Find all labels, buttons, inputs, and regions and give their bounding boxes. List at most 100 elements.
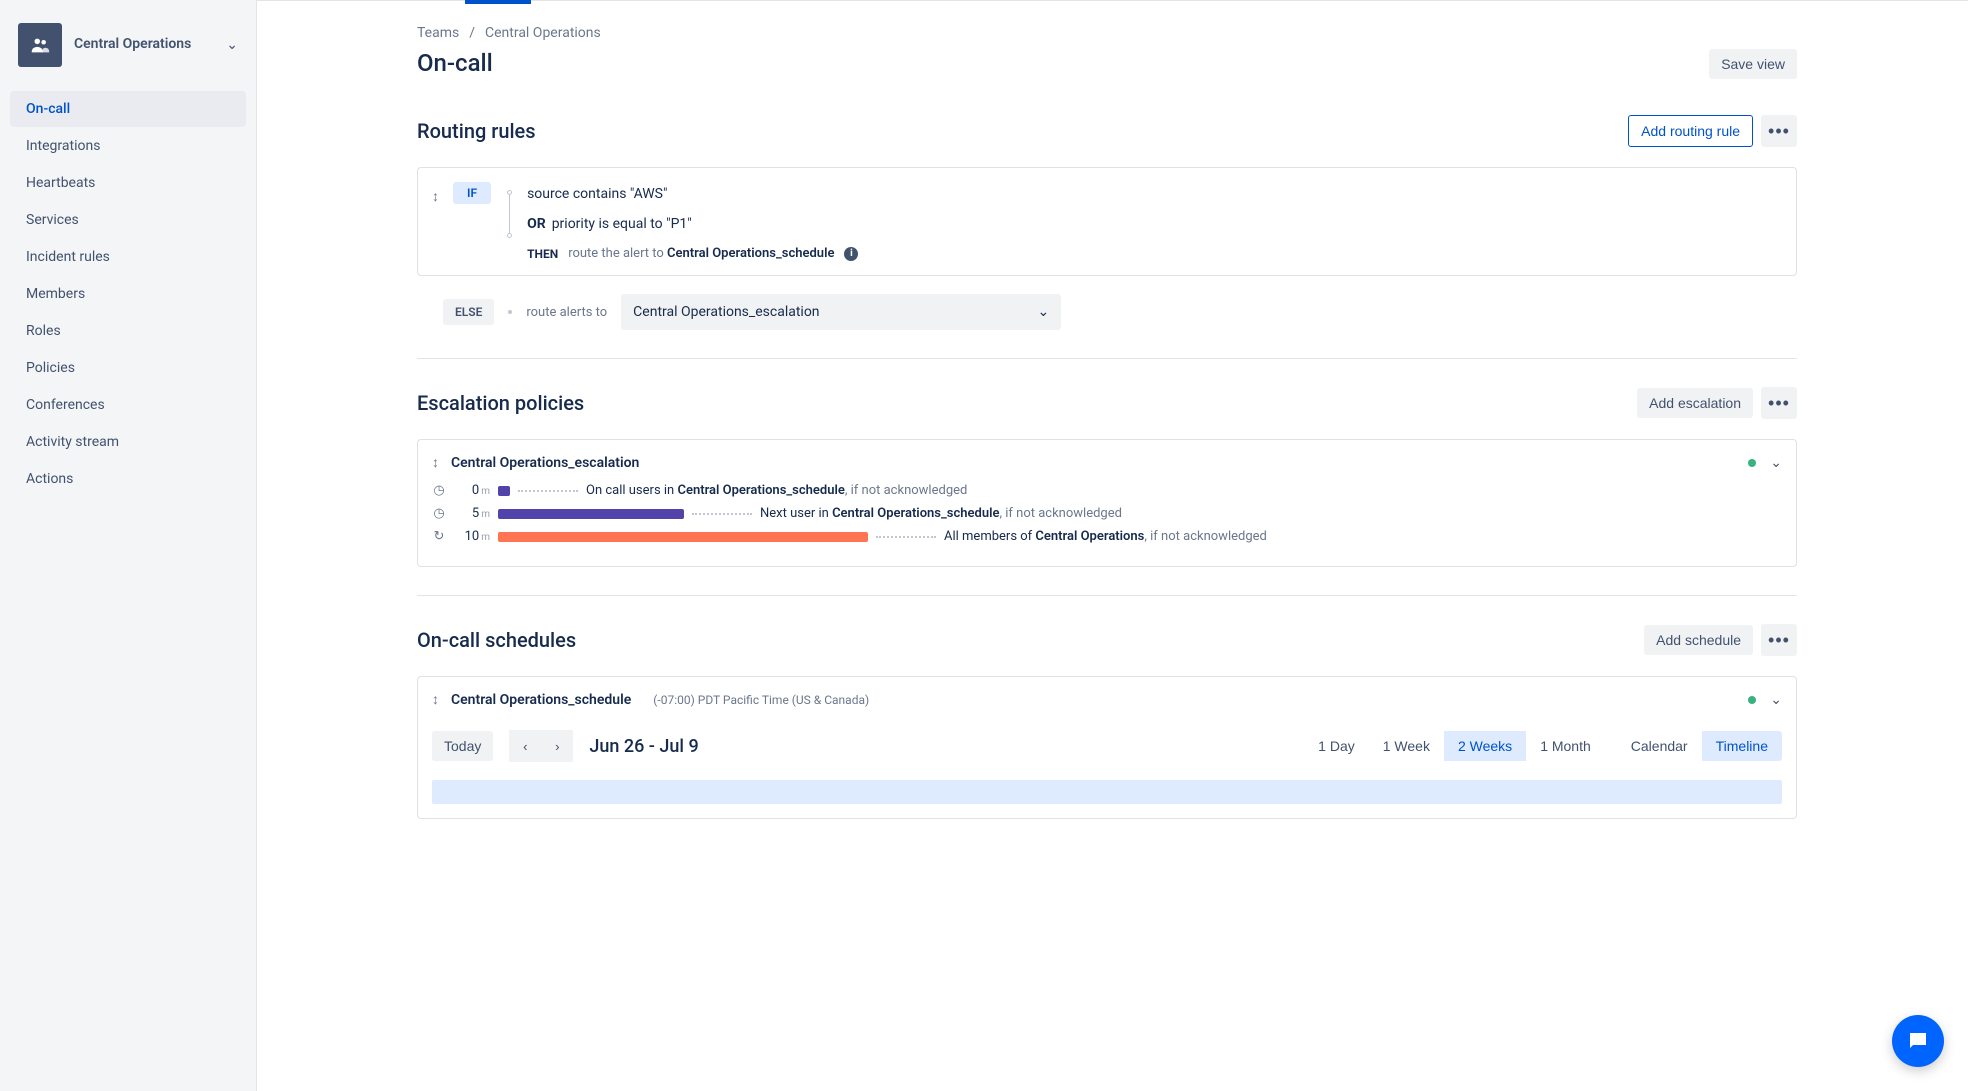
breadcrumb-root[interactable]: Teams — [417, 25, 459, 41]
team-name: Central Operations — [74, 36, 214, 54]
schedule-timezone: (-07:00) PDT Pacific Time (US & Canada) — [653, 693, 869, 707]
clock-icon: ◷ — [432, 506, 446, 521]
step-time: 10m — [454, 529, 490, 544]
sidebar-item-members[interactable]: Members — [10, 276, 246, 312]
else-select-value: Central Operations_escalation — [633, 304, 819, 320]
add-schedule-button[interactable]: Add schedule — [1644, 625, 1753, 655]
view-calendar[interactable]: Calendar — [1617, 731, 1702, 761]
range-1month[interactable]: 1 Month — [1526, 731, 1605, 761]
range-1day[interactable]: 1 Day — [1304, 731, 1369, 761]
range-1week[interactable]: 1 Week — [1369, 731, 1444, 761]
schedule-name: Central Operations_schedule — [451, 692, 631, 708]
today-button[interactable]: Today — [432, 731, 493, 761]
escalation-step-0: ◷ 0m On call users in Central Operations… — [432, 483, 1782, 498]
escalation-title: Escalation policies — [417, 391, 584, 415]
team-switcher[interactable]: Central Operations ⌄ — [10, 15, 246, 75]
else-tag: ELSE — [443, 299, 494, 325]
chevron-down-icon: ⌄ — [1037, 304, 1049, 320]
repeat-icon: ↻ — [432, 529, 446, 544]
chat-icon — [1906, 1029, 1930, 1053]
if-tag: IF — [453, 182, 491, 204]
status-dot-icon — [1748, 459, 1756, 467]
sidebar-item-integrations[interactable]: Integrations — [10, 128, 246, 164]
chevron-down-icon: ⌄ — [226, 37, 238, 53]
chevron-down-icon[interactable]: ⌄ — [1770, 455, 1782, 471]
schedules-more-button[interactable]: ••• — [1761, 624, 1797, 656]
sidebar-item-incident-rules[interactable]: Incident rules — [10, 239, 246, 275]
sidebar-item-actions[interactable]: Actions — [10, 461, 246, 497]
main-content: Teams / Central Operations On-call Save … — [257, 0, 1968, 1091]
dot-icon — [508, 310, 512, 314]
escalation-policies-section: Escalation policies Add escalation ••• ↕… — [417, 358, 1797, 567]
topbar-accent — [465, 0, 531, 4]
add-routing-rule-button[interactable]: Add routing rule — [1628, 115, 1753, 147]
dotted-line — [518, 490, 578, 492]
then-target: Central Operations_schedule — [667, 246, 834, 261]
breadcrumb-separator: / — [469, 25, 475, 41]
prev-button[interactable]: ‹ — [509, 730, 541, 762]
step-bar — [498, 532, 868, 542]
drag-handle-icon[interactable]: ↕ — [432, 182, 439, 205]
condition-2-text: priority is equal to "P1" — [552, 216, 692, 232]
escalation-policy-card[interactable]: ↕ Central Operations_escalation ⌄ ◷ 0m — [417, 439, 1797, 567]
routing-rule-card[interactable]: ↕ IF source contains "AWS" OR priority is… — [417, 167, 1797, 276]
sidebar-item-activity-stream[interactable]: Activity stream — [10, 424, 246, 460]
condition-1: source contains "AWS" — [527, 182, 858, 206]
sidebar-item-services[interactable]: Services — [10, 202, 246, 238]
step-bar — [498, 486, 510, 496]
escalation-more-button[interactable]: ••• — [1761, 387, 1797, 419]
save-view-button[interactable]: Save view — [1709, 49, 1797, 79]
sidebar-item-policies[interactable]: Policies — [10, 350, 246, 386]
clock-icon: ◷ — [432, 483, 446, 498]
step-time: 5m — [454, 506, 490, 521]
range-2weeks[interactable]: 2 Weeks — [1444, 731, 1526, 761]
schedules-section: On-call schedules Add schedule ••• ↕ Cen… — [417, 595, 1797, 819]
step-text: Next user in Central Operations_schedule… — [760, 506, 1122, 521]
sidebar-nav: On-call Integrations Heartbeats Services… — [10, 91, 246, 497]
sidebar-item-roles[interactable]: Roles — [10, 313, 246, 349]
dotted-line — [876, 536, 936, 538]
sidebar-item-conferences[interactable]: Conferences — [10, 387, 246, 423]
view-timeline[interactable]: Timeline — [1702, 731, 1782, 761]
sidebar-item-heartbeats[interactable]: Heartbeats — [10, 165, 246, 201]
step-text: All members of Central Operations, if no… — [944, 529, 1267, 544]
page-title: On-call — [417, 49, 493, 77]
or-label: OR — [527, 216, 546, 232]
dotted-line — [692, 513, 752, 515]
team-avatar-icon — [18, 23, 62, 67]
routing-more-button[interactable]: ••• — [1761, 115, 1797, 147]
else-text: route alerts to — [526, 305, 607, 320]
next-button[interactable]: › — [541, 730, 573, 762]
schedule-card[interactable]: ↕ Central Operations_schedule (-07:00) P… — [417, 676, 1797, 819]
status-dot-icon — [1748, 696, 1756, 704]
drag-handle-icon[interactable]: ↕ — [432, 454, 439, 471]
add-escalation-button[interactable]: Add escalation — [1637, 388, 1753, 418]
escalation-step-2: ↻ 10m All members of Central Operations,… — [432, 529, 1782, 544]
escalation-step-1: ◷ 5m Next user in Central Operations_sch… — [432, 506, 1782, 521]
drag-handle-icon[interactable]: ↕ — [432, 691, 439, 708]
schedules-title: On-call schedules — [417, 628, 576, 652]
step-bar — [498, 509, 684, 519]
timeline-bar — [432, 780, 1782, 804]
step-text: On call users in Central Operations_sche… — [586, 483, 967, 498]
range-selector: 1 Day 1 Week 2 Weeks 1 Month — [1304, 731, 1605, 761]
condition-connector — [505, 182, 513, 238]
condition-2: OR priority is equal to "P1" — [527, 212, 858, 236]
breadcrumb: Teams / Central Operations — [417, 25, 1797, 41]
then-label: THEN — [527, 247, 558, 261]
routing-rules-section: Routing rules Add routing rule ••• ↕ IF — [417, 103, 1797, 330]
else-row: ELSE route alerts to Central Operations_… — [443, 294, 1797, 330]
sidebar: Central Operations ⌄ On-call Integration… — [0, 0, 257, 1091]
chevron-down-icon[interactable]: ⌄ — [1770, 692, 1782, 708]
then-prefix: route the alert to — [568, 246, 667, 261]
chat-widget-button[interactable] — [1892, 1015, 1944, 1067]
view-selector: Calendar Timeline — [1617, 731, 1782, 761]
sidebar-item-oncall[interactable]: On-call — [10, 91, 246, 127]
breadcrumb-current: Central Operations — [485, 25, 601, 41]
routing-rules-title: Routing rules — [417, 119, 536, 143]
step-time: 0m — [454, 483, 490, 498]
date-range: Jun 26 - Jul 9 — [589, 736, 698, 757]
else-target-select[interactable]: Central Operations_escalation ⌄ — [621, 294, 1061, 330]
info-icon[interactable]: i — [844, 247, 858, 261]
then-text: route the alert to Central Operations_sc… — [568, 246, 834, 261]
